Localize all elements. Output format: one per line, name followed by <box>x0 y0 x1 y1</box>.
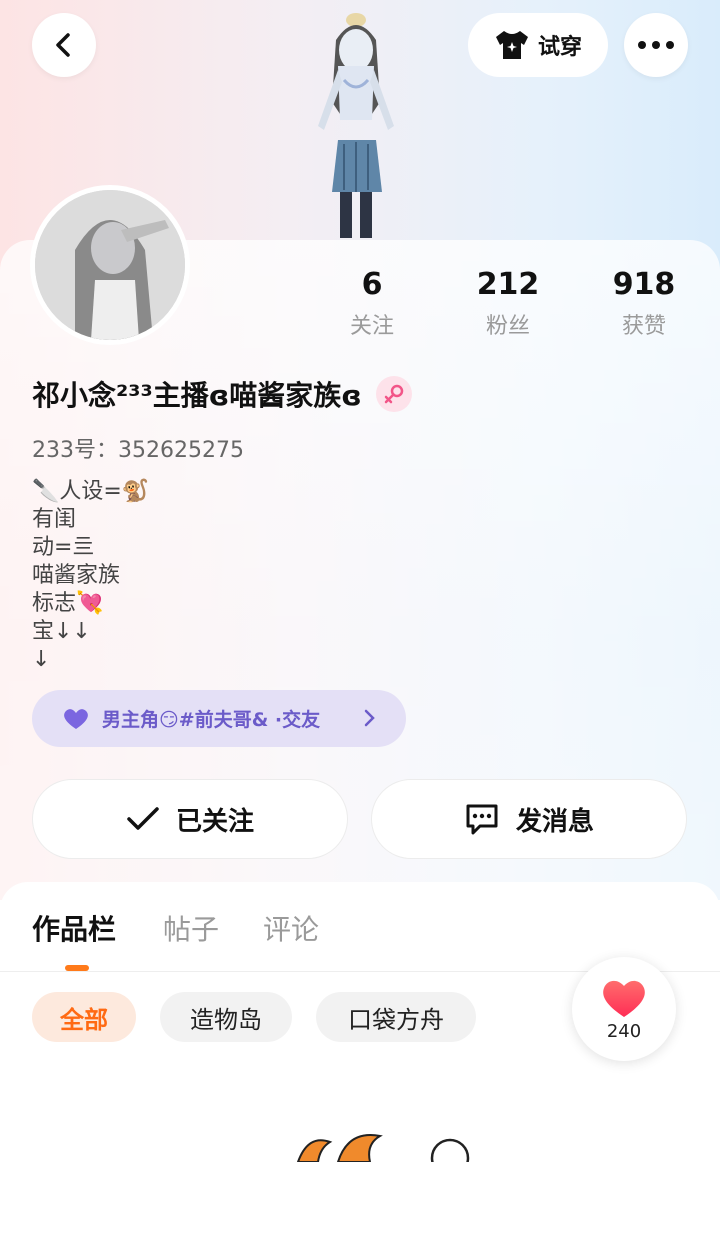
following-label: 已关注 <box>175 806 254 837</box>
tab-works[interactable]: 作品栏 <box>32 908 116 948</box>
tshirt-icon <box>495 31 528 59</box>
bio-line: 宝↓↓ <box>32 619 91 644</box>
check-icon <box>127 807 159 830</box>
avatar[interactable] <box>30 185 190 345</box>
back-button[interactable] <box>32 13 96 77</box>
filter-all[interactable]: 全部 <box>32 992 136 1042</box>
message-icon <box>466 804 498 835</box>
bio-line: 标志💘 <box>32 591 104 616</box>
stat-likes-label: 获赞 <box>621 314 666 339</box>
profile-tag-label: 男主角😏#前夫哥& ·交友 <box>102 709 321 731</box>
stat-fans[interactable]: 212 粉丝 <box>448 266 568 340</box>
profile-name: 祁小念²³³主播ɞ喵酱家族ɞ <box>32 379 362 412</box>
stat-following-value: 6 <box>361 267 383 302</box>
back-icon <box>56 33 70 57</box>
user-id: 233号：352625275 <box>32 438 244 463</box>
bio: 🔪人设=🐒 有闺 动=亖 喵酱家族 标志💘 宝↓↓ ↓ <box>32 478 149 674</box>
tab-posts[interactable]: 帖子 <box>163 908 219 948</box>
stat-following-label: 关注 <box>349 314 394 339</box>
more-icon <box>638 41 674 49</box>
purple-heart-icon <box>64 708 88 729</box>
following-button[interactable]: 已关注 <box>32 779 348 859</box>
filter-creation-island[interactable]: 造物岛 <box>160 992 292 1042</box>
tab-comments[interactable]: 评论 <box>263 908 319 948</box>
profile-tag[interactable]: 男主角😏#前夫哥& ·交友 <box>32 690 406 747</box>
bio-line: ↓ <box>32 647 51 672</box>
like-button[interactable]: 240 <box>572 957 676 1061</box>
more-button[interactable] <box>624 13 688 77</box>
profile-name-row: 祁小念²³³主播ɞ喵酱家族ɞ <box>32 374 412 414</box>
chevron-right-icon <box>364 709 375 727</box>
send-message-button[interactable]: 发消息 <box>371 779 687 859</box>
female-icon <box>375 376 412 412</box>
stat-likes[interactable]: 918 获赞 <box>584 266 704 340</box>
stat-fans-label: 粉丝 <box>485 314 530 339</box>
like-count: 240 <box>606 1020 642 1042</box>
try-on-label: 试穿 <box>537 35 582 60</box>
avatar-3d-figure[interactable] <box>300 10 412 238</box>
stat-following[interactable]: 6 关注 <box>312 266 432 340</box>
stat-likes-value: 918 <box>612 267 676 302</box>
bio-line: 有闺 <box>32 507 77 532</box>
send-message-label: 发消息 <box>515 806 594 837</box>
heart-icon <box>603 980 645 1017</box>
try-on-button[interactable]: 试穿 <box>468 13 608 77</box>
bio-line: 喵酱家族 <box>32 563 121 588</box>
work-thumbnail[interactable] <box>290 1128 480 1162</box>
stat-fans-value: 212 <box>476 267 540 302</box>
bio-line: 动=亖 <box>32 535 95 560</box>
bio-line: 🔪人设=🐒 <box>32 479 150 504</box>
filter-pocket-ark[interactable]: 口袋方舟 <box>316 992 476 1042</box>
avatar-image <box>35 190 185 340</box>
